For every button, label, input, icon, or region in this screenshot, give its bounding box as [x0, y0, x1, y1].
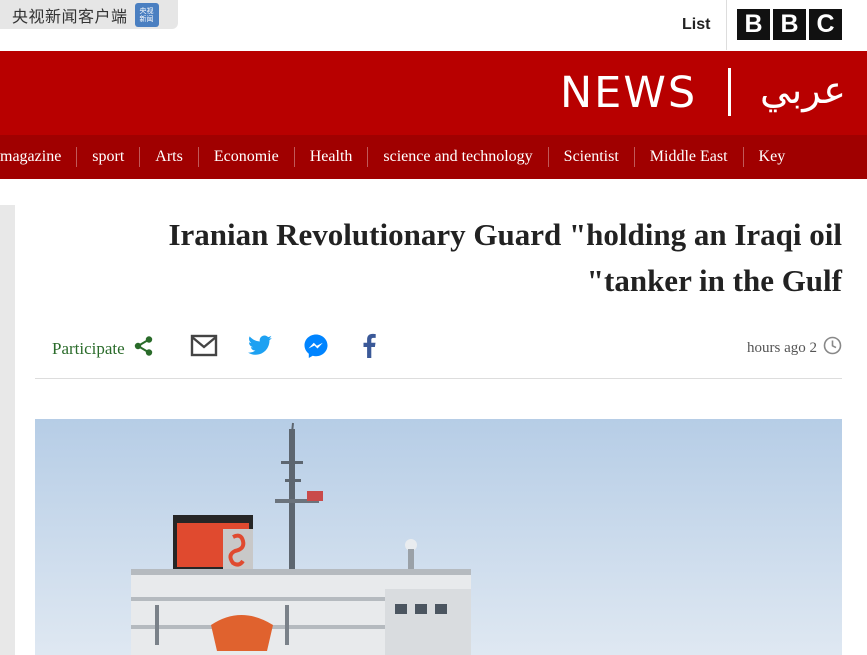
- top-bar: 央视新闻客户端 央视 新闻 List B B C: [0, 0, 867, 50]
- twitter-icon[interactable]: [246, 332, 274, 360]
- nav-item-middle-east[interactable]: Middle East: [635, 135, 743, 179]
- nav-item-sport[interactable]: sport: [77, 135, 139, 179]
- participate-button[interactable]: Participate: [52, 335, 155, 362]
- app-badge-label: 央视新闻客户端: [12, 6, 128, 26]
- bbc-logo-letter: B: [737, 9, 770, 40]
- nav-item-health[interactable]: Health: [295, 135, 368, 179]
- article-photo: [35, 419, 842, 655]
- nav-item-magazine[interactable]: magazine: [0, 135, 76, 179]
- participate-label: Participate: [52, 338, 125, 358]
- nav-item-arts[interactable]: Arts: [140, 135, 198, 179]
- banner-divider: [728, 68, 731, 116]
- section-nav: magazine sport Arts Economie Health scie…: [0, 135, 867, 179]
- article-divider: [35, 378, 842, 379]
- facebook-icon[interactable]: [355, 332, 383, 360]
- app-badge[interactable]: 央视新闻客户端 央视 新闻: [0, 0, 178, 29]
- article-headline: Iranian Revolutionary Guard "holding an …: [60, 212, 842, 304]
- cctv-logo-icon: 央视 新闻: [134, 2, 159, 27]
- nav-item-key[interactable]: Key: [744, 135, 801, 179]
- list-link[interactable]: List: [682, 16, 710, 34]
- headline-line-1: Iranian Revolutionary Guard "holding an …: [168, 217, 842, 252]
- share-icon: [133, 335, 155, 362]
- news-banner: NEWS عربي: [0, 51, 867, 135]
- bbc-logo[interactable]: B B C: [737, 9, 842, 40]
- divider: [726, 0, 727, 50]
- messenger-icon[interactable]: [302, 332, 330, 360]
- headline-line-2: "tanker in the Gulf: [586, 263, 842, 298]
- clock-icon: [823, 336, 842, 360]
- news-wordmark[interactable]: NEWS: [560, 69, 697, 117]
- email-icon[interactable]: [190, 332, 218, 360]
- left-gutter: [0, 205, 15, 655]
- bbc-logo-letter: B: [773, 9, 806, 40]
- oil-tanker-image: [35, 419, 842, 655]
- nav-item-economie[interactable]: Economie: [199, 135, 294, 179]
- share-row: Participate hours ago 2: [52, 332, 842, 362]
- arabic-wordmark[interactable]: عربي: [760, 64, 846, 116]
- article-timestamp: hours ago 2: [747, 336, 842, 360]
- nav-items: magazine sport Arts Economie Health scie…: [0, 135, 867, 179]
- bbc-logo-letter: C: [809, 9, 842, 40]
- timestamp-text: hours ago 2: [747, 339, 817, 356]
- nav-item-science[interactable]: science and technology: [368, 135, 547, 179]
- nav-item-scientist[interactable]: Scientist: [549, 135, 634, 179]
